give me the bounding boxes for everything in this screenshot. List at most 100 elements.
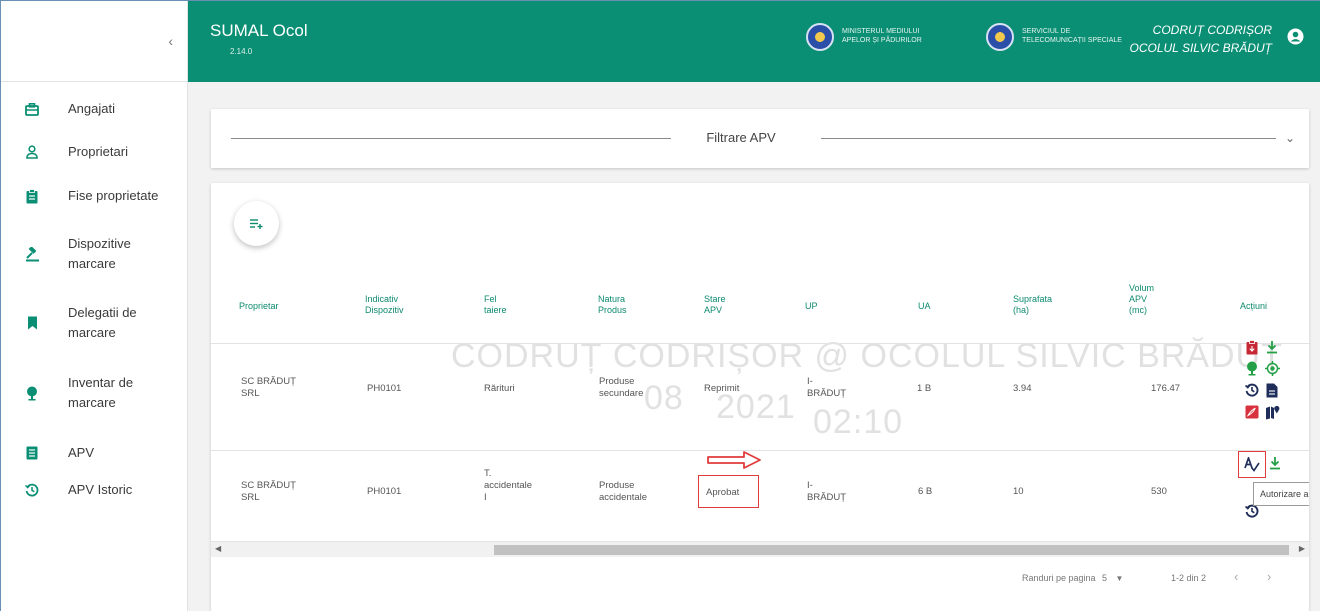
cell-volum: 530 <box>1151 486 1167 497</box>
watermark-time: 02:10 <box>813 403 904 441</box>
tree-icon <box>24 385 40 401</box>
user-info: CODRUȚ CODRIȘOR OCOLUL SILVIC BRĂDUȚ <box>1130 21 1273 57</box>
filter-divider-right <box>821 138 1276 139</box>
add-apv-button[interactable] <box>234 201 279 246</box>
sidebar-item-apv-istoric[interactable]: APV Istoric <box>1 478 188 502</box>
top-app-bar: SUMAL Ocol 2.14.0 MINISTERUL MEDIULUI AP… <box>188 1 1320 82</box>
file-document-icon[interactable] <box>1264 382 1280 398</box>
cell-indicativ: PH0101 <box>367 486 402 497</box>
next-page-button[interactable]: › <box>1267 569 1271 584</box>
user-unit: OCOLUL SILVIC BRĂDUȚ <box>1129 41 1273 55</box>
cell-natura-produs: Produse accidentale <box>599 480 648 503</box>
autorizare-apv-icon[interactable] <box>1244 456 1260 472</box>
sts-logo-icon <box>986 23 1014 51</box>
scrollbar-thumb[interactable] <box>494 545 1289 555</box>
cell-up: I- BRĂDUȚ <box>807 376 847 399</box>
scroll-right-icon[interactable]: ▶ <box>1299 544 1305 553</box>
sidebar-item-label: Angajati <box>68 101 115 116</box>
sidebar-item-label: Dispozitive marcare <box>68 236 131 271</box>
briefcase-icon <box>24 101 40 117</box>
download-icon[interactable] <box>1264 339 1280 355</box>
playlist-add-icon <box>249 218 262 229</box>
map-pin-icon[interactable] <box>1264 404 1280 420</box>
sidebar-item-label: Inventar de marcare <box>68 375 134 410</box>
prev-page-button[interactable]: ‹ <box>1234 569 1238 584</box>
history-icon <box>24 482 40 498</box>
document-icon <box>24 445 40 461</box>
col-header-stare-apv[interactable]: Stare APV <box>704 294 726 316</box>
sidebar-item-inventar-marcare[interactable]: Inventar de marcare <box>1 372 188 414</box>
col-header-suprafata[interactable]: Suprafata (ha) <box>1013 294 1052 316</box>
user-name: CODRUȚ CODRIȘOR <box>1152 23 1272 37</box>
location-target-icon[interactable] <box>1264 360 1280 376</box>
sidebar-top: ‹ <box>1 1 187 82</box>
filter-divider-left <box>231 138 671 139</box>
pdf-icon[interactable] <box>1244 404 1260 420</box>
cell-volum: 176.47 <box>1151 383 1181 394</box>
sidebar-item-label: APV <box>68 445 95 460</box>
caret-down-icon: ▼ <box>1115 574 1124 583</box>
rows-per-page-select[interactable]: 5 ▼ <box>1102 573 1123 583</box>
col-header-proprietar[interactable]: Proprietar <box>239 301 279 312</box>
history-icon[interactable] <box>1244 382 1260 398</box>
cell-fel-taiere: T. accidentale I <box>484 468 533 503</box>
clipboard-icon <box>24 188 40 204</box>
tooltip: Autorizare apv <box>1253 482 1309 506</box>
cell-ua: 1 B <box>917 383 932 394</box>
app-version: 2.14.0 <box>230 47 253 56</box>
sidebar-item-label: Delegatii de marcare <box>68 305 137 340</box>
sidebar-item-dispozitive-marcare[interactable]: Dispozitive marcare <box>1 233 188 275</box>
col-header-natura-produs[interactable]: Natura Produs <box>598 294 627 316</box>
scroll-left-icon[interactable]: ◀ <box>215 544 221 553</box>
cell-proprietar: SC BRĂDUȚ SRL <box>241 480 296 503</box>
app-title: SUMAL Ocol <box>210 21 308 40</box>
col-header-up[interactable]: UP <box>805 301 818 312</box>
col-header-fel-taiere[interactable]: Fel taiere <box>484 294 507 316</box>
clipboard-icon[interactable] <box>1244 339 1260 355</box>
watermark-date: 08 <box>644 379 684 417</box>
cell-ua: 6 B <box>918 486 933 497</box>
sidebar: ‹ Angajati Proprietari Fise proprietate … <box>1 1 188 611</box>
sidebar-item-delegatii-marcare[interactable]: Delegatii de marcare <box>1 302 188 344</box>
chevron-left-icon[interactable]: ‹ <box>168 33 173 49</box>
cell-stare-apv: Reprimit <box>704 383 740 394</box>
sidebar-item-fise-proprietate[interactable]: Fise proprietate <box>1 184 188 208</box>
account-icon[interactable] <box>1287 28 1304 45</box>
rows-per-page-label: Randuri pe pagina <box>1022 573 1096 583</box>
col-header-actiuni: Acțiuni <box>1240 301 1268 311</box>
ministry-name: MINISTERUL MEDIULUI APELOR ȘI PĂDURILOR <box>842 28 922 44</box>
page-range: 1-2 din 2 <box>1171 573 1207 583</box>
person-icon <box>24 144 40 160</box>
cell-up: I- BRĂDUȚ <box>807 480 847 503</box>
main-content: Filtrare APV ⌄ CODRUȚ CODRIȘOR @ OCOLUL … <box>188 82 1320 611</box>
filter-panel[interactable]: Filtrare APV ⌄ <box>211 109 1309 168</box>
filter-title: Filtrare APV <box>706 130 776 145</box>
sidebar-item-apv[interactable]: APV <box>1 441 188 465</box>
sts-name: SERVICIUL DE TELECOMUNICAȚII SPECIALE <box>1022 28 1122 44</box>
header-divider <box>211 343 1309 344</box>
download-icon[interactable] <box>1267 455 1283 471</box>
rows-per-page-value: 5 <box>1102 573 1108 583</box>
sidebar-item-label: Fise proprietate <box>68 188 159 203</box>
horizontal-scrollbar[interactable]: ◀ ▶ <box>211 541 1309 557</box>
bookmark-icon <box>24 315 40 331</box>
cell-suprafata: 10 <box>1013 486 1024 497</box>
cell-indicativ: PH0101 <box>367 383 402 394</box>
ministry-logo-icon <box>806 23 834 51</box>
arrow-right-icon <box>707 451 761 469</box>
apv-table-card: CODRUȚ CODRIȘOR @ OCOLUL SILVIC BRĂDUȚ 0… <box>211 183 1309 611</box>
cell-fel-taiere: Rărituri <box>484 383 515 394</box>
cell-suprafata: 3.94 <box>1013 383 1032 394</box>
gavel-icon <box>24 246 40 262</box>
sidebar-item-proprietari[interactable]: Proprietari <box>1 140 188 164</box>
col-header-ua[interactable]: UA <box>918 301 931 312</box>
col-header-volum[interactable]: Volum APV (mc) <box>1129 283 1154 316</box>
sidebar-item-angajati[interactable]: Angajati <box>1 97 188 121</box>
sidebar-item-label: Proprietari <box>68 144 128 159</box>
cell-proprietar: SC BRĂDUȚ SRL <box>241 376 296 399</box>
col-header-indicativ[interactable]: Indicativ Dispozitiv <box>365 294 404 316</box>
chevron-down-icon[interactable]: ⌄ <box>1285 131 1295 145</box>
sidebar-item-label: APV Istoric <box>68 482 133 497</box>
status-highlight-box <box>698 475 759 508</box>
tree-icon[interactable] <box>1244 360 1260 376</box>
